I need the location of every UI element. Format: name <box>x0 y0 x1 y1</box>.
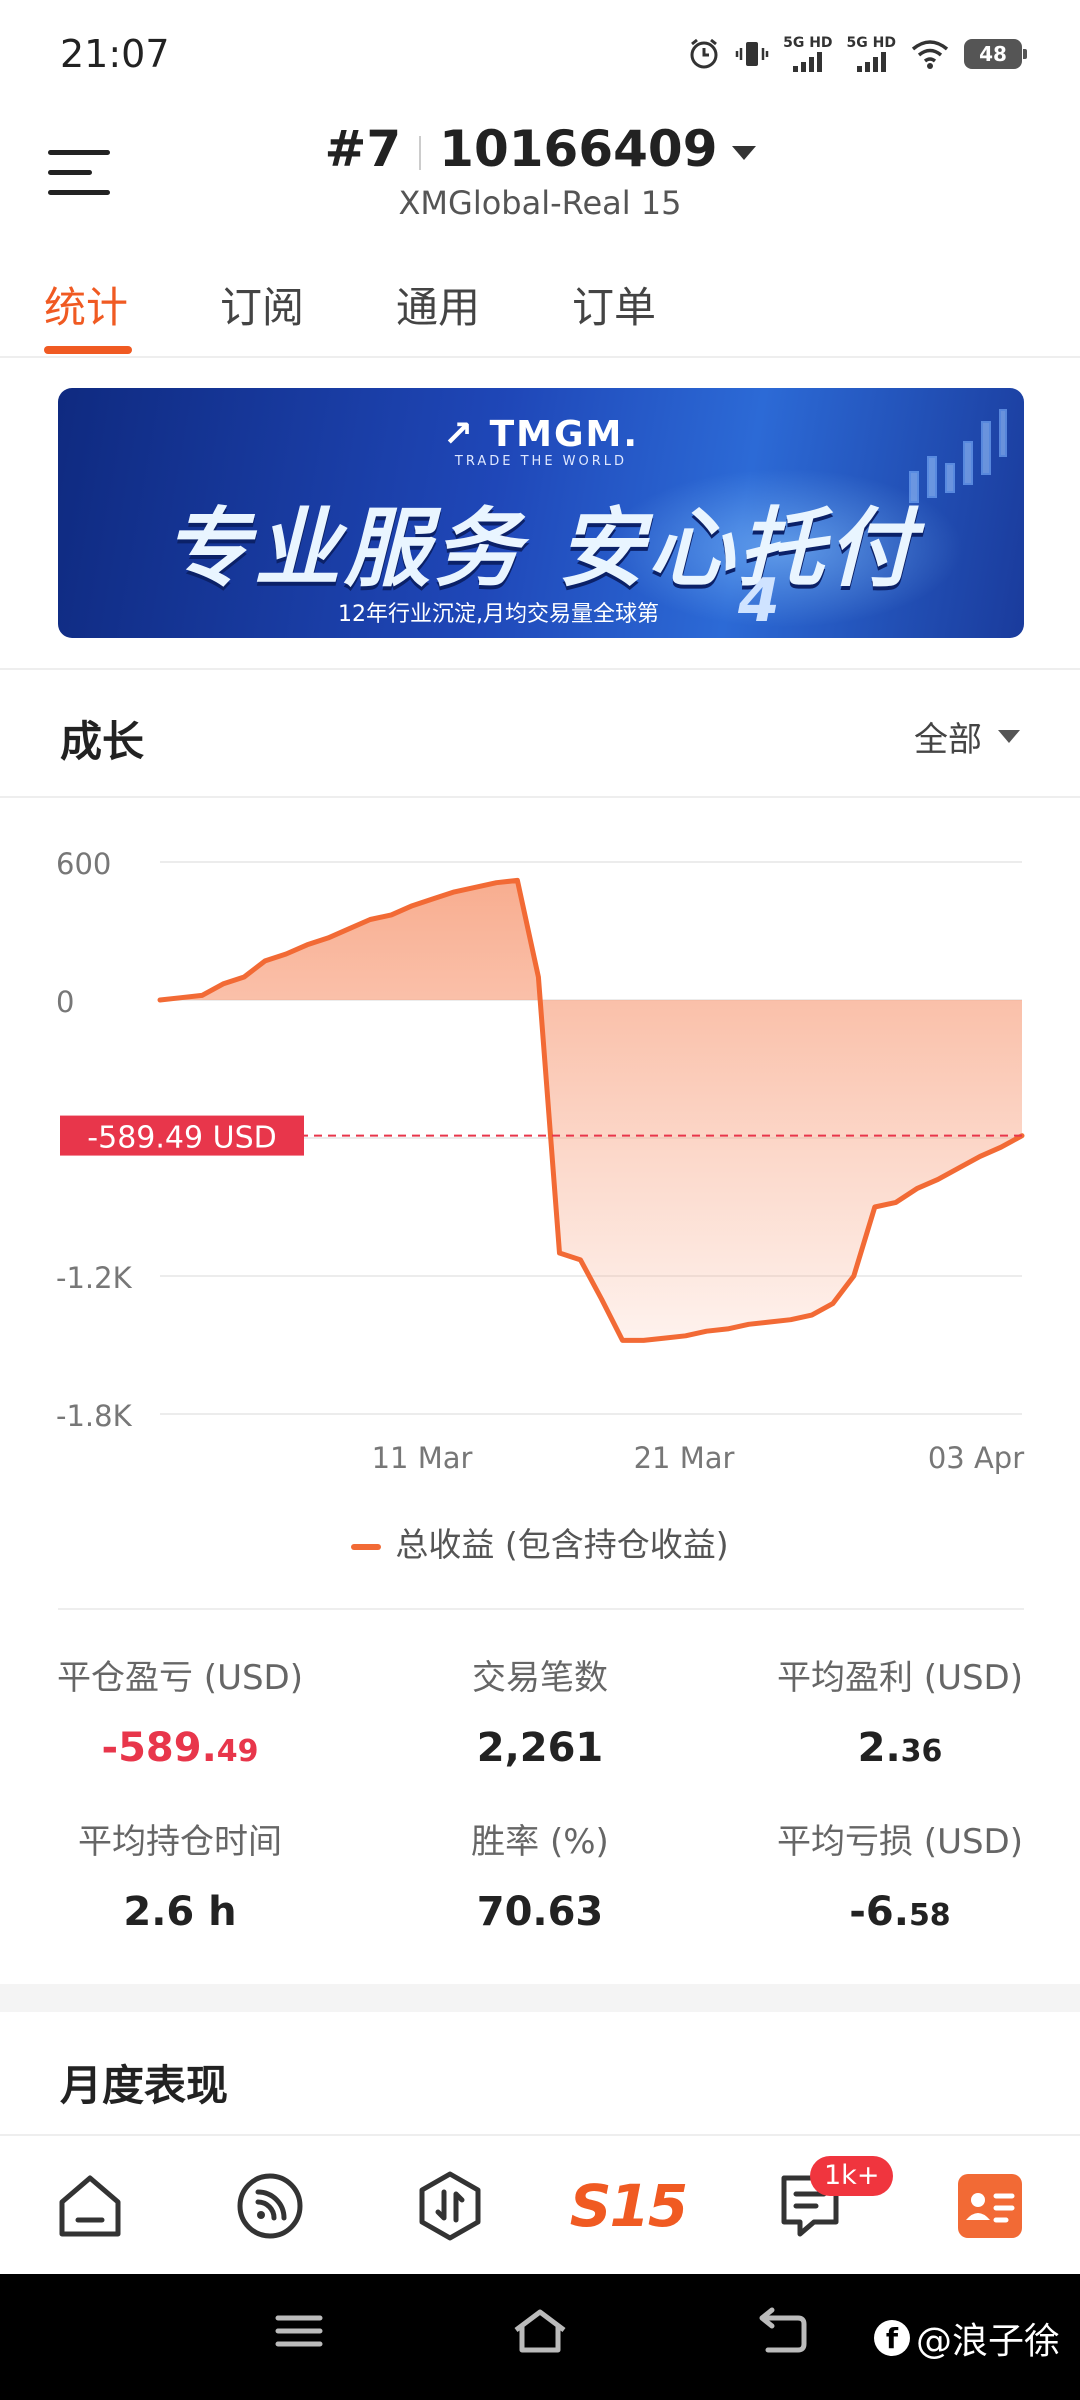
promo-banner[interactable]: ↗ TMGM. TRADE THE WORLD 专业服务 安心托付 12年行业沉… <box>58 388 1024 638</box>
bottom-nav: S15 1k+ <box>0 2134 1080 2274</box>
section-divider <box>58 1608 1024 1610</box>
y-tick-label: 600 <box>56 847 111 881</box>
trade-icon[interactable] <box>410 2166 490 2246</box>
title-separator <box>419 135 422 170</box>
facebook-icon: f <box>873 2320 910 2356</box>
x-tick-label: 03 Apr <box>928 1441 1024 1475</box>
range-filter-label: 全部 <box>914 720 982 760</box>
stat-value: 2.6 h <box>123 1889 237 1935</box>
monthly-title: 月度表现 <box>60 2061 229 2110</box>
watermark: f @浪子徐 <box>873 2312 1060 2364</box>
alarm-icon <box>687 37 721 71</box>
stat-value: 2,261 <box>476 1725 604 1771</box>
banner-logo: ↗ TMGM. <box>442 414 640 455</box>
tab-orders[interactable]: 订单 <box>572 274 656 335</box>
tab-bar: 统计 订阅 通用 订单 <box>0 262 1080 358</box>
signal-icon-2: 5G HD <box>847 36 896 72</box>
server-name: XMGlobal-Real 15 <box>398 184 682 222</box>
stat-value: -6.58 <box>849 1889 951 1935</box>
stat-value: 2.36 <box>857 1725 943 1771</box>
system-back-icon[interactable] <box>754 2306 810 2360</box>
stat-label: 平仓盈亏 (USD) <box>57 1658 303 1698</box>
stat-avg-profit: 平均盈利 (USD) 2.36 <box>720 1650 1080 1771</box>
account-selector[interactable]: #7 10166409 <box>0 120 1080 178</box>
caret-down-icon <box>998 730 1020 743</box>
stat-avg-loss: 平均亏损 (USD) -6.58 <box>720 1814 1080 1935</box>
y-tick-label: -1.8K <box>56 1399 133 1433</box>
x-tick-label: 11 Mar <box>372 1441 473 1475</box>
tab-general[interactable]: 通用 <box>396 274 480 335</box>
section-spacer <box>0 1984 1080 2012</box>
stat-value: 70.63 <box>476 1889 604 1935</box>
x-tick-label: 21 Mar <box>634 1441 735 1475</box>
stat-label: 平均亏损 (USD) <box>777 1822 1023 1862</box>
account-number: 10166409 <box>439 120 718 178</box>
home-icon[interactable] <box>50 2166 130 2246</box>
caret-down-icon <box>731 145 756 160</box>
s15-logo[interactable]: S15 <box>568 2166 688 2246</box>
growth-chart-svg: 600 0 -1.2K -1.8K -589.49 USD 11 Mar 21 Mar 03 … <box>56 847 1025 1475</box>
watermark-text: @浪子徐 <box>915 2321 1060 2362</box>
legend-swatch <box>351 1543 382 1550</box>
banner-tagline: TRADE THE WORLD <box>454 454 628 469</box>
banner-footnote: 12年行业沉淀,月均交易量全球第 <box>338 602 659 627</box>
battery-icon: 48 <box>964 39 1027 69</box>
growth-chart[interactable]: 600 0 -1.2K -1.8K -589.49 USD 11 Mar 21 Mar 03 … <box>0 830 1080 1510</box>
stat-label: 平均持仓时间 <box>78 1822 282 1862</box>
system-nav-bar: f @浪子徐 <box>0 2274 1080 2400</box>
status-time: 21:07 <box>60 32 170 76</box>
current-value-label: -589.49 USD <box>87 1121 276 1156</box>
tab-stats[interactable]: 统计 <box>44 274 128 335</box>
active-tab-indicator <box>44 346 132 354</box>
range-filter[interactable]: 全部 <box>914 712 1020 761</box>
message-count-badge: 1k+ <box>810 2156 894 2196</box>
stat-label: 交易笔数 <box>472 1658 608 1698</box>
stat-label: 胜率 (%) <box>471 1822 609 1862</box>
banner-rank-number: 4 <box>738 566 780 636</box>
stat-trade-count: 交易笔数 2,261 <box>360 1650 720 1771</box>
chart-legend[interactable]: 总收益 (包含持仓收益) <box>0 1518 1080 1566</box>
section-divider <box>0 668 1080 670</box>
stat-win-rate: 胜率 (%) 70.63 <box>360 1814 720 1935</box>
recents-menu-icon[interactable] <box>274 2306 324 2360</box>
status-icons: 5G HD 5G HD 48 <box>687 36 1027 72</box>
banner-headline: 专业服务 安心托付 <box>164 499 918 599</box>
signal-feed-icon[interactable] <box>230 2166 310 2246</box>
vibrate-icon <box>735 37 769 71</box>
system-home-icon[interactable] <box>510 2306 570 2360</box>
series-area <box>160 880 1022 1341</box>
app-header: #7 10166409 XMGlobal-Real 15 <box>0 110 1080 240</box>
tab-subscribe[interactable]: 订阅 <box>220 274 304 335</box>
signal-icon-1: 5G HD <box>783 36 833 72</box>
account-rank: #7 <box>324 120 402 178</box>
stat-closed-pl: 平仓盈亏 (USD) -589.49 <box>0 1650 360 1771</box>
stat-value: -589.49 <box>101 1725 259 1771</box>
wifi-icon <box>910 38 950 70</box>
growth-title: 成长 <box>60 717 145 766</box>
section-divider <box>0 796 1080 798</box>
profile-card-icon[interactable] <box>950 2166 1030 2246</box>
legend-label: 总收益 (包含持仓收益) <box>395 1525 729 1564</box>
y-tick-label: -1.2K <box>56 1261 133 1295</box>
stat-label: 平均盈利 (USD) <box>777 1658 1023 1698</box>
stat-avg-hold-time: 平均持仓时间 2.6 h <box>0 1814 360 1935</box>
status-bar: 21:07 5G HD 5G HD 48 <box>0 0 1080 110</box>
y-tick-label: 0 <box>56 985 74 1019</box>
